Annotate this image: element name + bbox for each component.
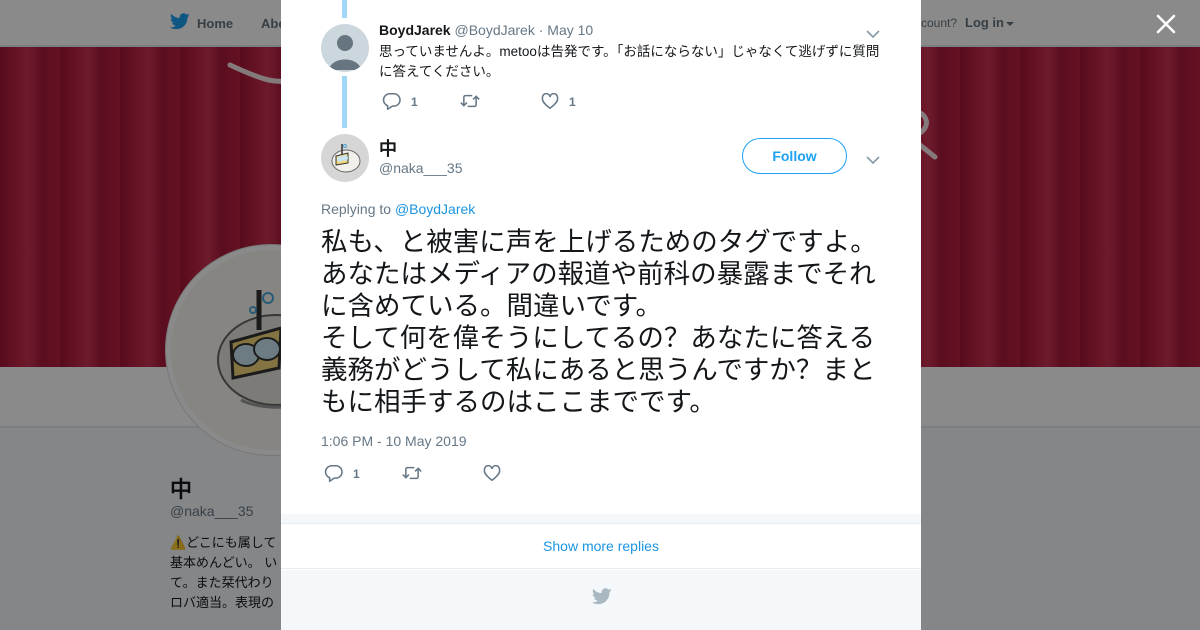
- parent-tweet-avatar[interactable]: [321, 24, 369, 72]
- reply-icon: [382, 93, 401, 110]
- follow-button[interactable]: Follow: [742, 138, 847, 174]
- main-retweet-button[interactable]: [402, 465, 432, 481]
- replying-to-context: Replying to @BoydJarek: [321, 201, 475, 217]
- parent-tweet-date[interactable]: May 10: [547, 22, 593, 38]
- parent-reply-count: 1: [411, 94, 418, 109]
- main-tweet-timestamp[interactable]: 1:06 PM - 10 May 2019: [321, 433, 467, 449]
- parent-tweet-menu-button[interactable]: [866, 26, 880, 39]
- parent-reply-button[interactable]: 1: [382, 93, 418, 110]
- close-modal-button[interactable]: [1152, 10, 1180, 38]
- main-tweet-text-body: 私も、と被害に声を上げるためのタグですよ。あなたはメディアの報道や前科の暴露まで…: [321, 227, 877, 418]
- main-tweet-menu-button[interactable]: [866, 152, 880, 165]
- retweet-icon: [460, 94, 480, 108]
- replying-to-link[interactable]: @BoydJarek: [395, 201, 475, 217]
- reply-icon: [324, 465, 343, 482]
- main-reply-button[interactable]: 1: [324, 465, 360, 482]
- like-icon: [541, 93, 559, 110]
- section-divider: [281, 514, 921, 524]
- show-more-replies-button[interactable]: Show more replies: [281, 524, 921, 569]
- main-tweet-author-name[interactable]: 中: [379, 135, 397, 161]
- main-reply-count: 1: [353, 466, 360, 481]
- meta-separator: ·: [534, 22, 548, 38]
- modal-footer: [281, 570, 921, 630]
- thread-connector: [342, 76, 347, 128]
- parent-like-button[interactable]: 1: [541, 93, 576, 110]
- thread-connector-top: [342, 0, 347, 18]
- main-tweet-author-handle[interactable]: @naka___35: [379, 160, 463, 176]
- close-icon: [1156, 14, 1176, 34]
- main-like-button[interactable]: [483, 465, 511, 482]
- main-tweet-avatar[interactable]: [321, 134, 369, 182]
- chevron-down-icon: [866, 156, 880, 165]
- parent-tweet-author-name[interactable]: BoydJarek: [379, 22, 451, 38]
- like-icon: [483, 465, 501, 482]
- parent-tweet-header: BoydJarek @BoydJarek · May 10: [379, 22, 593, 38]
- default-avatar-icon: [321, 24, 369, 72]
- parent-retweet-button[interactable]: [460, 93, 490, 109]
- retweet-icon: [402, 466, 422, 480]
- snorkel-avatar-icon: [321, 134, 369, 182]
- parent-like-count: 1: [569, 94, 576, 109]
- main-tweet-text: 私も、と被害に声を上げるためのタグですよ。あなたはメディアの報道や前科の暴露まで…: [321, 227, 886, 419]
- chevron-down-icon: [866, 30, 880, 39]
- replying-to-prefix: Replying to: [321, 201, 392, 217]
- twitter-bird-icon: [591, 588, 612, 610]
- parent-tweet-text: 思っていませんよ。metooは告発です。「お話にならない」じゃなくて逃げずに質問…: [379, 44, 880, 79]
- parent-tweet-author-handle[interactable]: @BoydJarek: [454, 22, 534, 38]
